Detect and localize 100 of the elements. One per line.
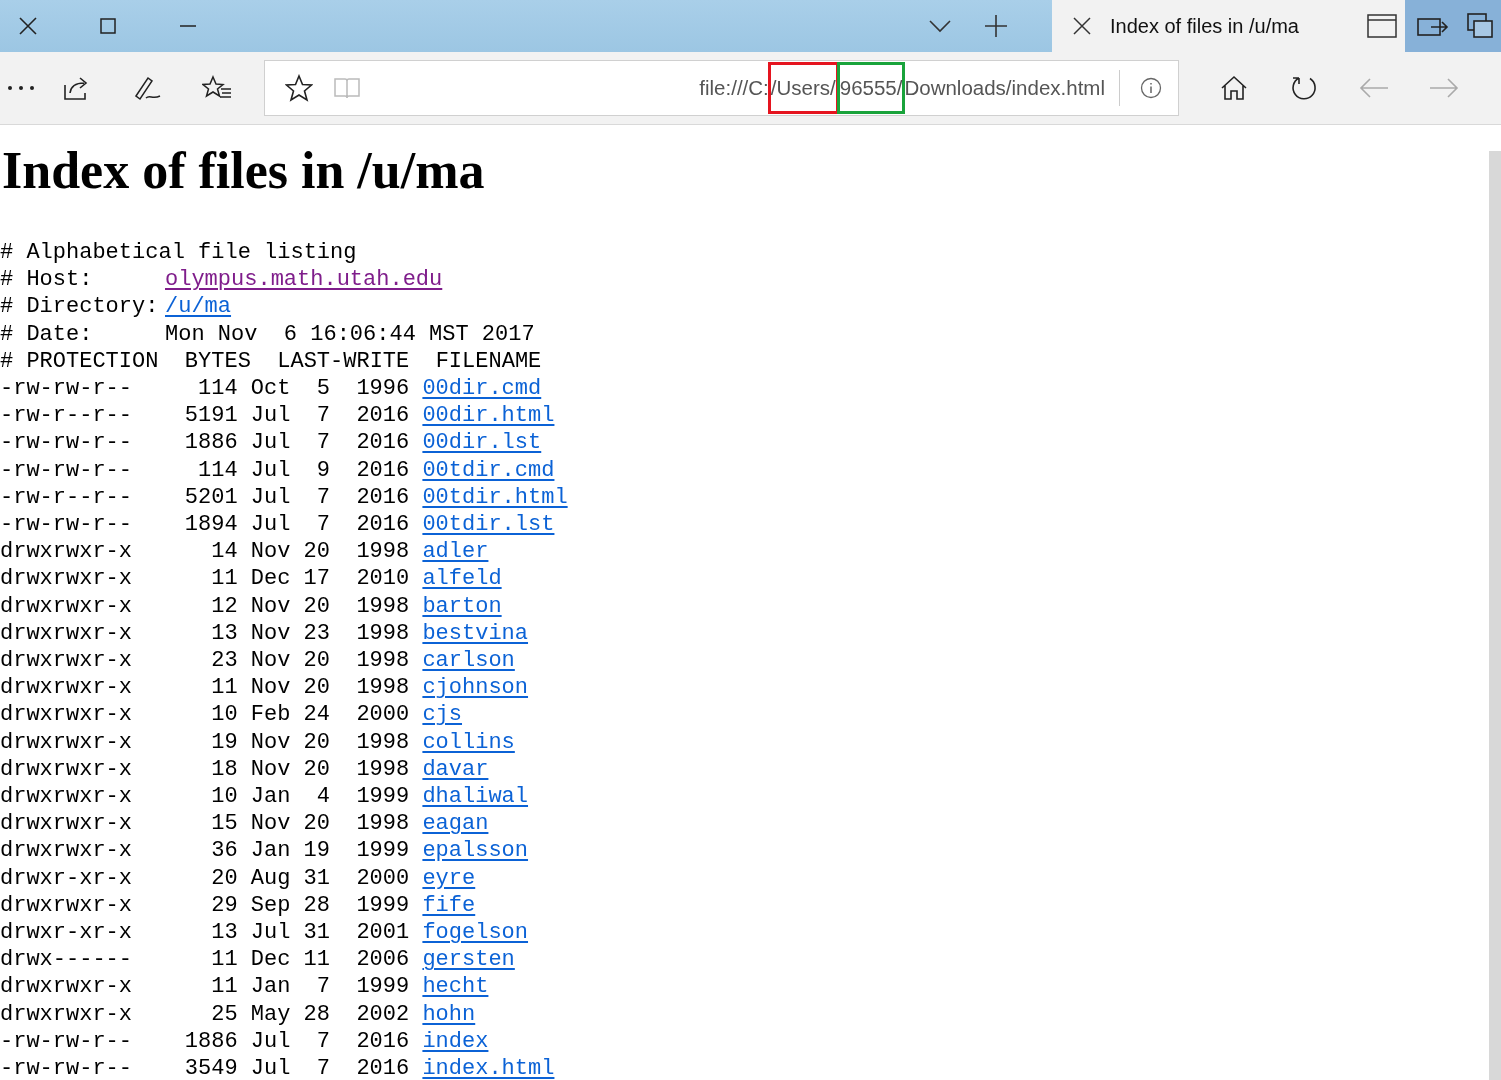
protection-cell: -rw-rw-r-- [0,1055,133,1080]
year-cell: 1998 [356,674,410,702]
file-link[interactable]: gersten [422,946,515,974]
file-link[interactable]: 00dir.lst [422,429,542,457]
month-cell-text: Nov [249,619,291,648]
month-cell-text: Jul [249,919,291,947]
url-text: file:///C: [699,75,769,101]
protection-cell: drwxrwxr-x [0,837,133,865]
file-link[interactable]: bestvina [422,619,529,648]
file-link[interactable]: index [422,1027,489,1056]
day-cell: 28 [303,1000,330,1028]
info-icon[interactable] [1140,77,1162,99]
file-link[interactable]: carlson [422,647,515,675]
month-cell-text: Jan [249,973,291,1001]
year-cell: 2000 [356,701,410,729]
file-link[interactable]: alfeld [422,565,502,593]
bytes-cell: 10 [211,783,238,811]
protection-cell: drwxrwxr-x [0,538,133,566]
bytes-cell: 13 [211,619,238,648]
protection-cell: drwxrwxr-x [0,647,133,675]
day-cell: 5 [316,375,330,403]
year-cell: 1999 [356,837,410,865]
month-cell-text: Jan [249,837,291,865]
file-link[interactable]: cjohnson [422,674,529,702]
file-link[interactable]: dhaliwal [422,783,529,811]
file-link[interactable]: epalsson [422,837,529,865]
day-cell: 20 [303,728,330,756]
meta-link[interactable]: /u/ma [165,293,232,321]
set-aside-icon[interactable] [1405,0,1461,52]
file-link[interactable]: 00tdir.html [422,483,568,512]
year-cell: 2016 [356,483,410,512]
year-cell: 1999 [356,973,410,1001]
day-cell: 17 [303,565,330,593]
year-cell: 2002 [356,1000,410,1028]
day-cell: 20 [303,674,330,702]
file-link[interactable]: barton [422,592,502,620]
day-cell: 9 [316,456,330,484]
file-link[interactable]: hecht [422,973,489,1001]
day-cell: 4 [316,783,330,811]
protection-cell: -rw-rw-r-- [0,1027,133,1056]
tab-title: Index of files in /u/ma [1110,14,1299,38]
file-link[interactable]: fogelson [422,919,529,947]
file-link[interactable]: 00tdir.cmd [422,456,555,484]
file-link[interactable]: cjs [422,701,462,729]
file-link[interactable]: fife [422,891,476,920]
year-cell: 1996 [356,375,410,403]
day-cell: 20 [303,647,330,675]
file-link[interactable]: eagan [422,810,489,838]
protection-cell: drwxrwxr-x [0,592,133,620]
url-text: Downloads/index.html [904,75,1105,101]
year-cell: 1998 [356,728,410,756]
protection-cell: drwxrwxr-x [0,565,133,593]
star-icon[interactable] [285,74,313,102]
month-cell-text: Jul [249,429,291,457]
bytes-cell: 25 [211,1000,238,1028]
browser-tab[interactable]: Index of files in /u/ma [1052,0,1405,52]
day-cell: 7 [316,483,330,512]
file-link[interactable]: 00tdir.lst [422,511,555,539]
file-link[interactable]: collins [422,728,515,756]
meta-label: # Host: [0,266,94,294]
file-link[interactable]: hohn [422,1000,476,1028]
year-cell: 1998 [356,619,410,648]
day-cell: 31 [303,919,330,947]
day-cell: 7 [316,511,330,539]
month-cell-text: Nov [249,810,291,838]
month-cell-text: Jul [249,483,291,512]
day-cell: 7 [316,402,330,430]
bytes-cell: 13 [211,919,238,947]
day-cell: 31 [303,864,330,892]
month-cell-text: Oct [249,375,291,403]
close-tab-icon[interactable] [1072,16,1092,36]
year-cell: 2001 [356,919,410,947]
protection-cell: drwxrwxr-x [0,674,133,702]
day-cell: 7 [316,429,330,457]
bytes-cell: 1886 [184,1027,238,1056]
file-link[interactable]: adler [422,538,489,566]
file-link[interactable]: index.html [422,1055,555,1080]
protection-cell: drwxrwxr-x [0,755,133,784]
day-cell: 20 [303,755,330,784]
protection-cell: -rw-rw-r-- [0,456,133,484]
year-cell: 1998 [356,538,410,566]
file-link[interactable]: 00dir.html [422,402,555,430]
bytes-cell: 5191 [184,402,238,430]
file-link[interactable]: eyre [422,864,476,892]
tabs-stack-icon[interactable] [1461,0,1501,52]
meta-link[interactable]: olympus.math.utah.edu [165,266,443,294]
window-icon[interactable] [1367,14,1397,38]
scrollbar[interactable] [1489,151,1501,1080]
bytes-cell: 11 [211,565,238,593]
file-link[interactable]: 00dir.cmd [422,375,542,403]
protection-cell: drwxrwxr-x [0,1000,133,1028]
month-cell-text: Nov [249,674,291,702]
day-cell: 7 [316,1027,330,1056]
protection-cell: drwxr-xr-x [0,919,133,947]
year-cell: 2016 [356,456,410,484]
month-cell-text: Dec [249,565,291,593]
year-cell: 2016 [356,1055,410,1080]
day-cell: 23 [303,619,330,648]
page-heading: Index of files in /u/ma [2,145,486,197]
file-link[interactable]: davar [422,755,489,784]
